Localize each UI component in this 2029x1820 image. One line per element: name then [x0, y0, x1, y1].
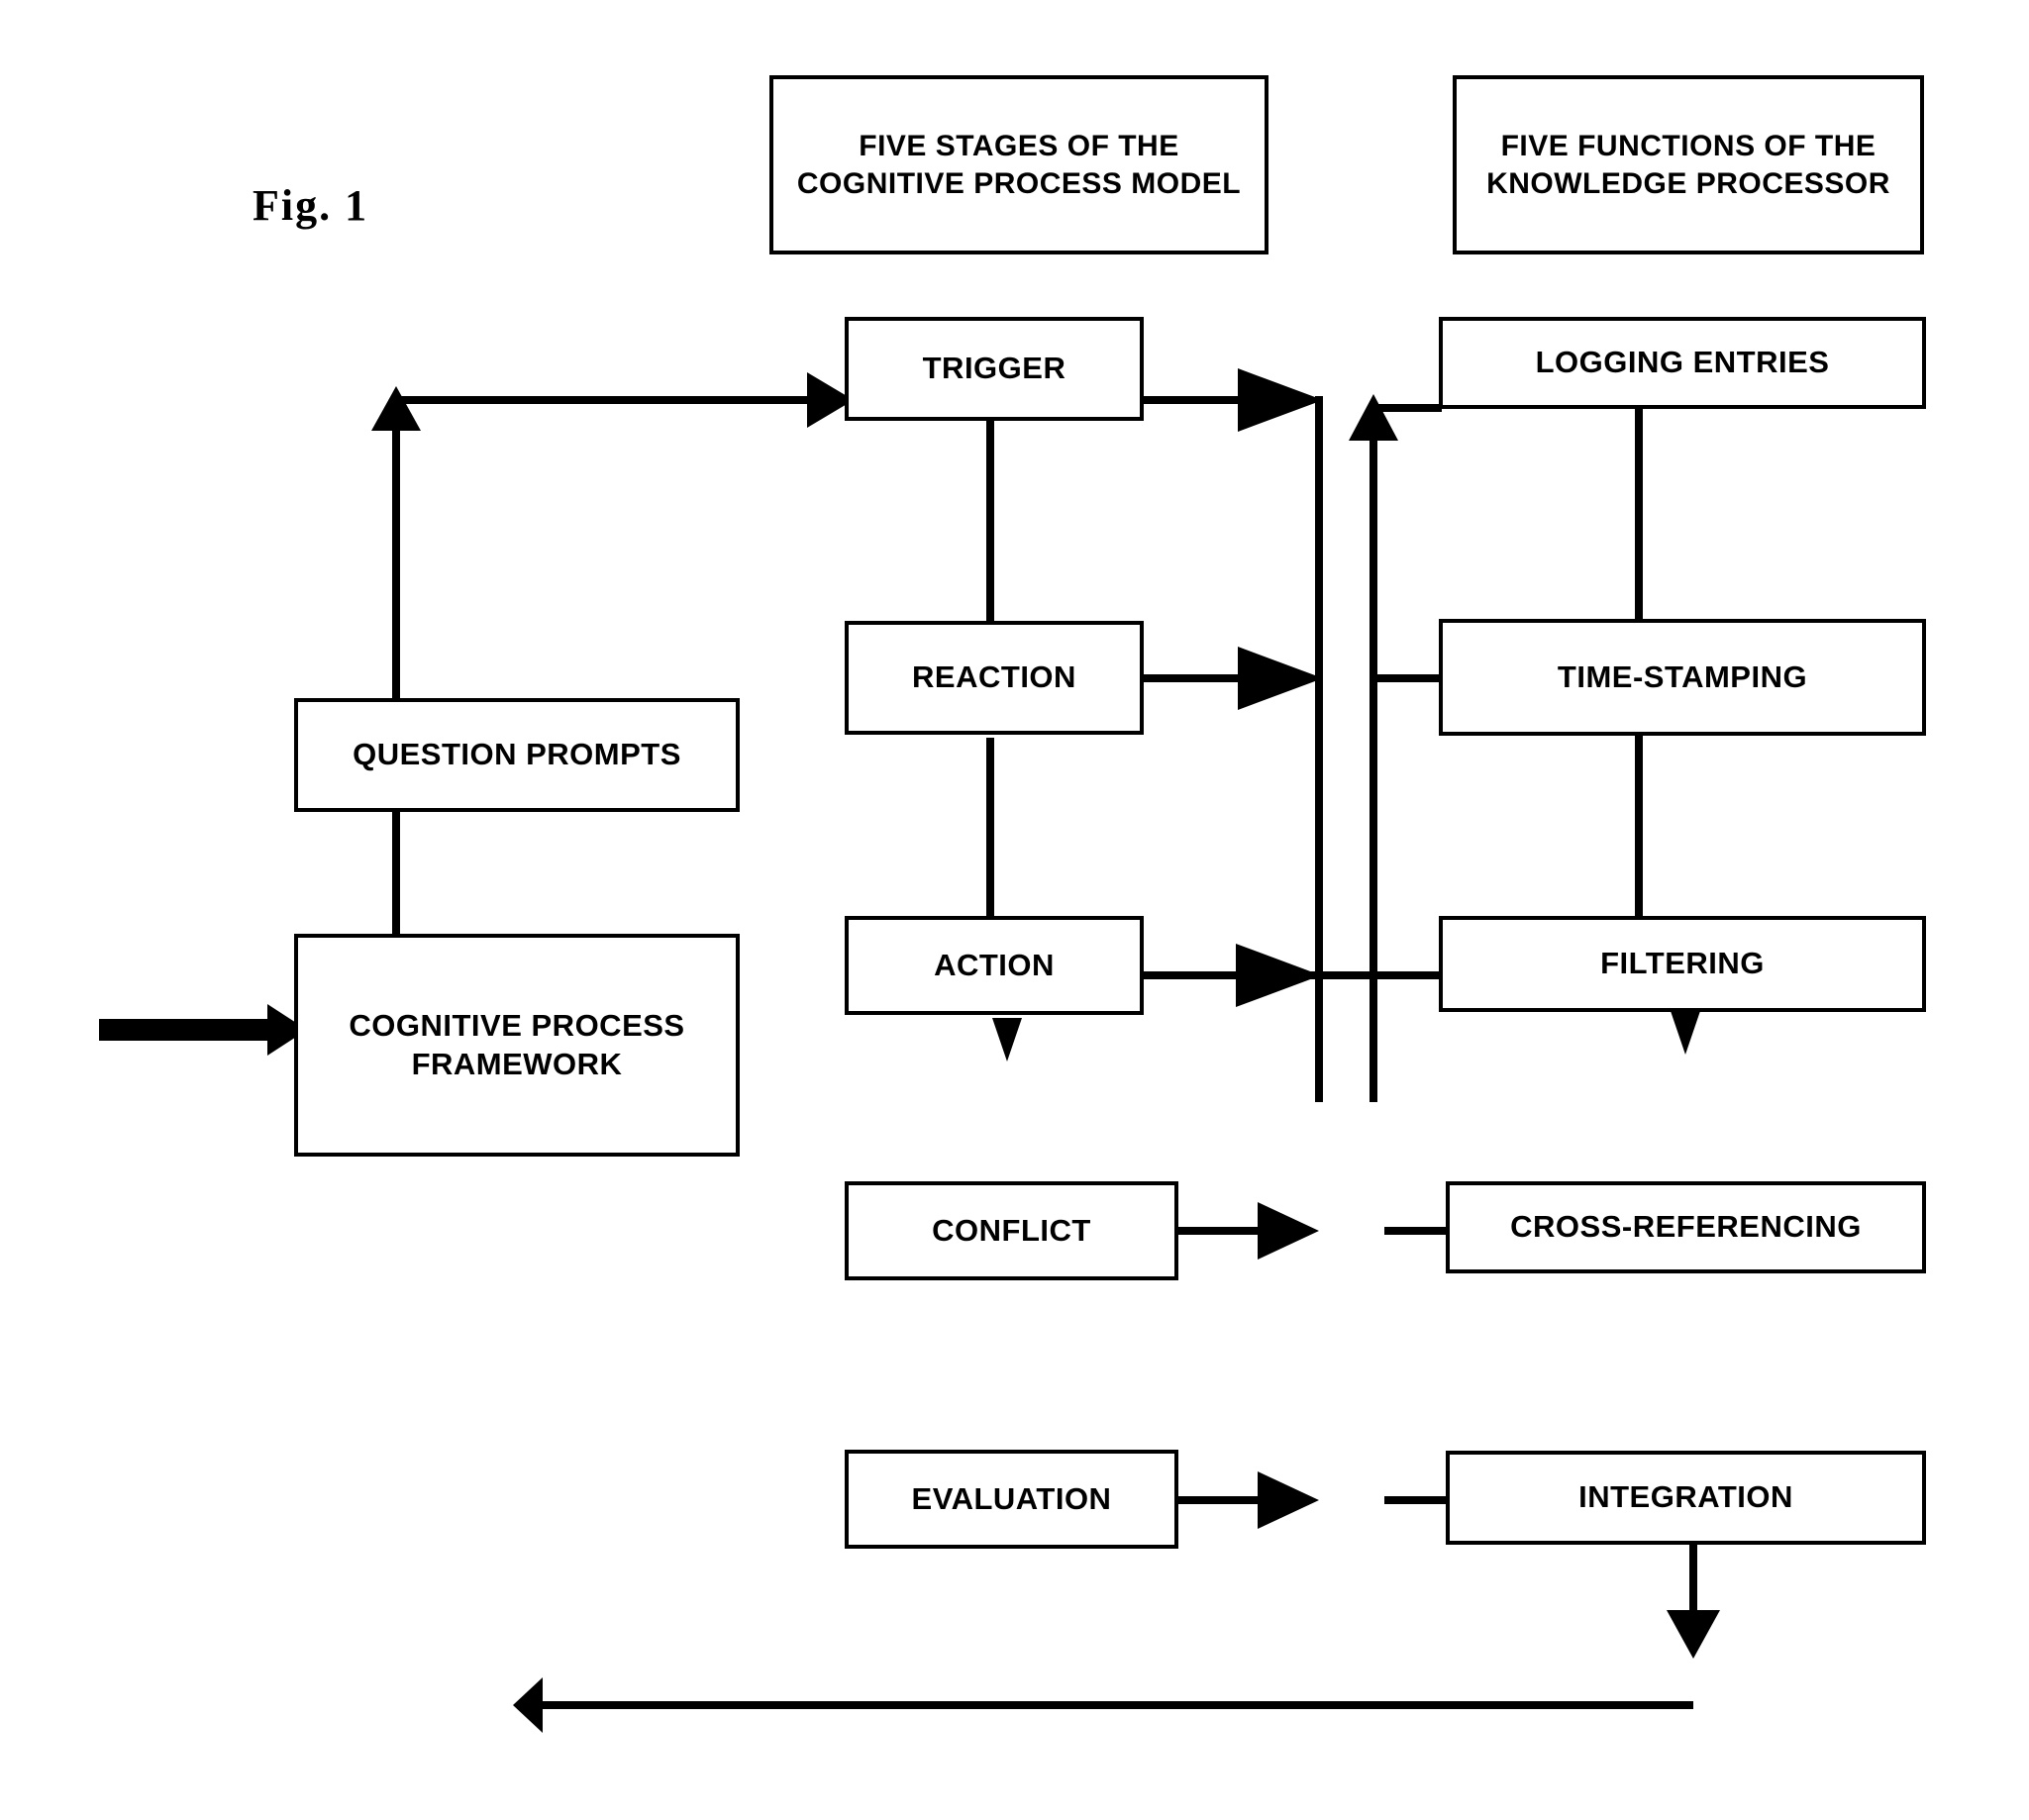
action-to-bus-arrowhead: [1236, 944, 1321, 1007]
reaction-box: REACTION: [845, 621, 1144, 735]
action-down-arrowhead: [992, 1018, 1022, 1062]
integration-down-arrowhead: [1667, 1610, 1720, 1659]
time-stamping-box: TIME-STAMPING: [1439, 619, 1926, 736]
conflict-arrowhead: [1258, 1202, 1319, 1260]
evaluation-arrowhead: [1258, 1471, 1319, 1529]
trigger-to-bus-arrowhead: [1238, 368, 1323, 432]
functions-header-box: FIVE FUNCTIONS OF THE KNOWLEDGE PROCESSO…: [1453, 75, 1924, 254]
global-feedback-arrowhead: [513, 1677, 543, 1733]
figure-canvas: Fig. 1 FIVE STAGES OF THE COGNITIVE PROC…: [0, 0, 2029, 1820]
logging-entries-box: LOGGING ENTRIES: [1439, 317, 1926, 409]
question-prompts-box: QUESTION PROMPTS: [294, 698, 740, 812]
figure-label: Fig. 1: [253, 181, 369, 230]
prompts-up-arrowhead: [371, 386, 421, 431]
action-box: ACTION: [845, 916, 1144, 1015]
cross-referencing-box: CROSS-REFERENCING: [1446, 1181, 1926, 1273]
reaction-to-bus-arrowhead: [1238, 647, 1323, 710]
evaluation-box: EVALUATION: [845, 1450, 1178, 1549]
cognitive-process-framework-box: COGNITIVE PROCESS FRAMEWORK: [294, 934, 740, 1157]
stages-header-box: FIVE STAGES OF THE COGNITIVE PROCESS MOD…: [769, 75, 1268, 254]
function-feedback-arrowhead: [1349, 394, 1398, 441]
filtering-box: FILTERING: [1439, 916, 1926, 1012]
conflict-box: CONFLICT: [845, 1181, 1178, 1280]
trigger-box: TRIGGER: [845, 317, 1144, 421]
filtering-down-arrowhead: [1671, 1011, 1700, 1055]
integration-box: INTEGRATION: [1446, 1451, 1926, 1545]
